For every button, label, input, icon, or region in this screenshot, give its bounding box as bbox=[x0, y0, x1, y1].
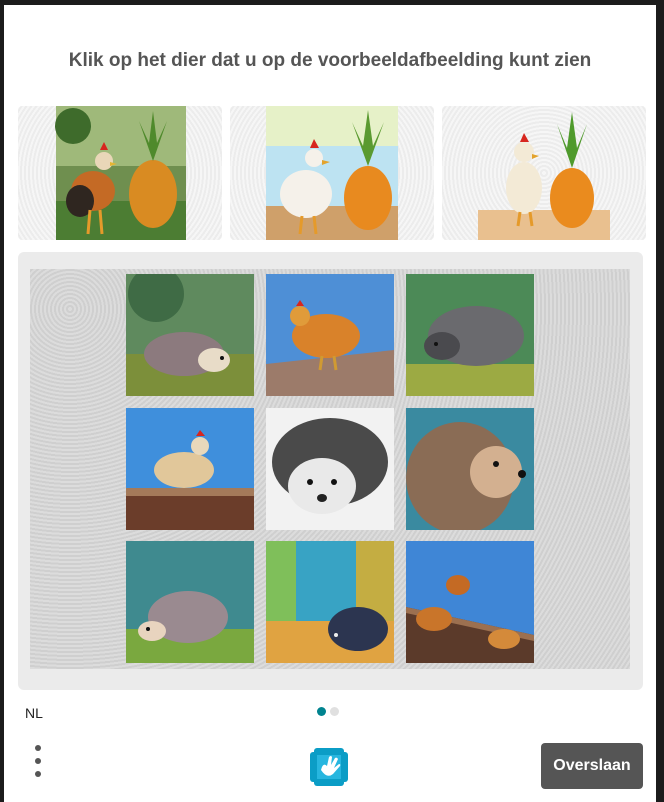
grid-tile-8[interactable] bbox=[266, 541, 394, 663]
grid-tile-9[interactable] bbox=[406, 541, 534, 663]
example-image-3 bbox=[442, 106, 646, 240]
grid-tile-6[interactable] bbox=[406, 408, 534, 530]
challenge-prompt: Klik op het dier dat u op de voorbeeldaf… bbox=[68, 50, 592, 71]
grid-tile-1[interactable] bbox=[126, 274, 254, 396]
skip-button[interactable]: Overslaan bbox=[541, 743, 643, 789]
grid-tile-3[interactable] bbox=[406, 274, 534, 396]
page-dot-inactive[interactable] bbox=[330, 707, 339, 716]
captcha-dialog: Klik op het dier dat u op de voorbeeldaf… bbox=[4, 5, 656, 802]
image-grid-panel bbox=[18, 252, 643, 690]
example-image-1 bbox=[18, 106, 222, 240]
example-images bbox=[18, 106, 646, 240]
example-image-2 bbox=[230, 106, 434, 240]
image-grid bbox=[30, 269, 630, 669]
grid-tile-7[interactable] bbox=[126, 541, 254, 663]
page-dot-active[interactable] bbox=[317, 707, 326, 716]
language-selector[interactable]: NL bbox=[25, 705, 43, 721]
grid-tile-2[interactable] bbox=[266, 274, 394, 396]
grid-tile-5[interactable] bbox=[266, 408, 394, 530]
hand-logo-icon bbox=[308, 746, 350, 788]
grid-tile-4[interactable] bbox=[126, 408, 254, 530]
more-vertical-icon[interactable] bbox=[30, 745, 46, 781]
